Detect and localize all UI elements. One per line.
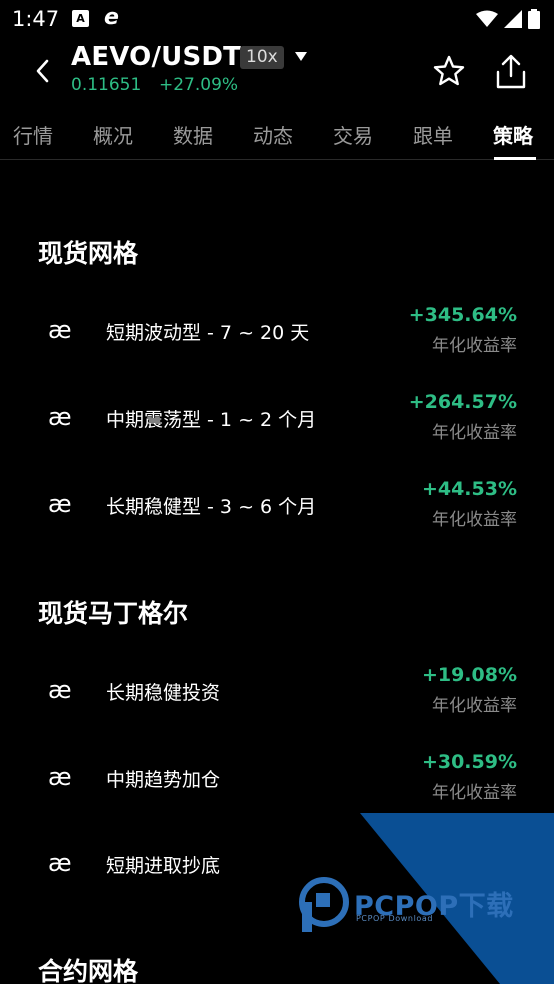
star-icon[interactable] bbox=[432, 54, 466, 88]
strategy-row[interactable]: æ 中期趋势加仓 +30.59% 年化收益率 bbox=[0, 743, 554, 813]
section-title-spot-martingale: 现货马丁格尔 bbox=[38, 599, 189, 628]
section-title-spot-grid: 现货网格 bbox=[38, 239, 139, 268]
strategy-label: 长期稳健投资 bbox=[106, 682, 221, 704]
strategy-ae-icon: æ bbox=[48, 316, 72, 344]
strategy-ae-icon: æ bbox=[48, 849, 72, 877]
signal-icon bbox=[504, 10, 522, 28]
strategy-apy-value: +345.64% bbox=[408, 304, 517, 326]
leverage-badge[interactable]: 10x bbox=[240, 46, 284, 69]
share-icon[interactable] bbox=[495, 54, 527, 90]
wifi-icon bbox=[476, 10, 498, 27]
status-time: 1:47 bbox=[12, 7, 60, 31]
strategy-label: 中期震荡型 - 1 ~ 2 个月 bbox=[106, 409, 317, 431]
strategy-apy-label: 年化收益率 bbox=[432, 423, 517, 443]
caret-down-icon[interactable] bbox=[294, 50, 308, 64]
strategy-ae-icon: æ bbox=[48, 763, 72, 791]
price-change: +27.09% bbox=[159, 75, 239, 95]
tab-news[interactable]: 动态 bbox=[253, 120, 293, 149]
back-arrow-icon[interactable] bbox=[28, 54, 58, 88]
strategy-apy-label: 年化收益率 bbox=[432, 696, 517, 716]
strategy-apy-value: +30.59% bbox=[421, 751, 517, 773]
pair-header: AEVO/USDT 10x 0.11651 +27.09% bbox=[0, 40, 554, 104]
strategy-label: 短期进取抄底 bbox=[106, 855, 221, 877]
strategy-row[interactable]: æ 短期进取抄底 bbox=[0, 829, 554, 899]
a-badge-icon: A bbox=[72, 10, 89, 27]
strategy-label: 长期稳健型 - 3 ~ 6 个月 bbox=[106, 496, 317, 518]
watermark-subtext: PCPOP Download bbox=[356, 914, 434, 923]
strategy-label: 中期趋势加仓 bbox=[106, 769, 221, 791]
strategy-label: 短期波动型 - 7 ~ 20 天 bbox=[106, 322, 310, 344]
section-title-futures-grid: 合约网格 bbox=[38, 957, 139, 984]
battery-icon bbox=[528, 9, 540, 29]
strategy-apy-label: 年化收益率 bbox=[432, 783, 517, 803]
pair-title[interactable]: AEVO/USDT bbox=[71, 42, 241, 72]
status-bar: 1:47 A e bbox=[0, 0, 554, 40]
tab-bar: 行情 概况 数据 动态 交易 跟单 策略 bbox=[0, 104, 554, 160]
last-price: 0.11651 bbox=[71, 75, 142, 95]
strategy-ae-icon: æ bbox=[48, 676, 72, 704]
strategy-apy-value: +19.08% bbox=[421, 664, 517, 686]
strategy-apy-value: +44.53% bbox=[421, 478, 517, 500]
strategy-row[interactable]: æ 长期稳健型 - 3 ~ 6 个月 +44.53% 年化收益率 bbox=[0, 470, 554, 540]
tab-copy-trade[interactable]: 跟单 bbox=[413, 120, 453, 149]
tab-strategy[interactable]: 策略 bbox=[493, 120, 533, 149]
strategy-row[interactable]: æ 短期波动型 - 7 ~ 20 天 +345.64% 年化收益率 bbox=[0, 296, 554, 366]
strategy-row[interactable]: æ 中期震荡型 - 1 ~ 2 个月 +264.57% 年化收益率 bbox=[0, 383, 554, 453]
tab-trade[interactable]: 交易 bbox=[333, 120, 373, 149]
strategy-apy-label: 年化收益率 bbox=[432, 510, 517, 530]
tab-active-indicator bbox=[494, 157, 536, 160]
strategy-apy-label: 年化收益率 bbox=[432, 336, 517, 356]
e-browser-icon: e bbox=[104, 5, 119, 30]
strategy-row[interactable]: æ 长期稳健投资 +19.08% 年化收益率 bbox=[0, 656, 554, 726]
tab-data[interactable]: 数据 bbox=[173, 120, 213, 149]
tab-overview[interactable]: 概况 bbox=[93, 120, 133, 149]
strategy-ae-icon: æ bbox=[48, 490, 72, 518]
status-right bbox=[476, 9, 540, 29]
strategy-ae-icon: æ bbox=[48, 403, 72, 431]
strategy-apy-value: +264.57% bbox=[408, 391, 517, 413]
tab-market[interactable]: 行情 bbox=[13, 120, 53, 149]
